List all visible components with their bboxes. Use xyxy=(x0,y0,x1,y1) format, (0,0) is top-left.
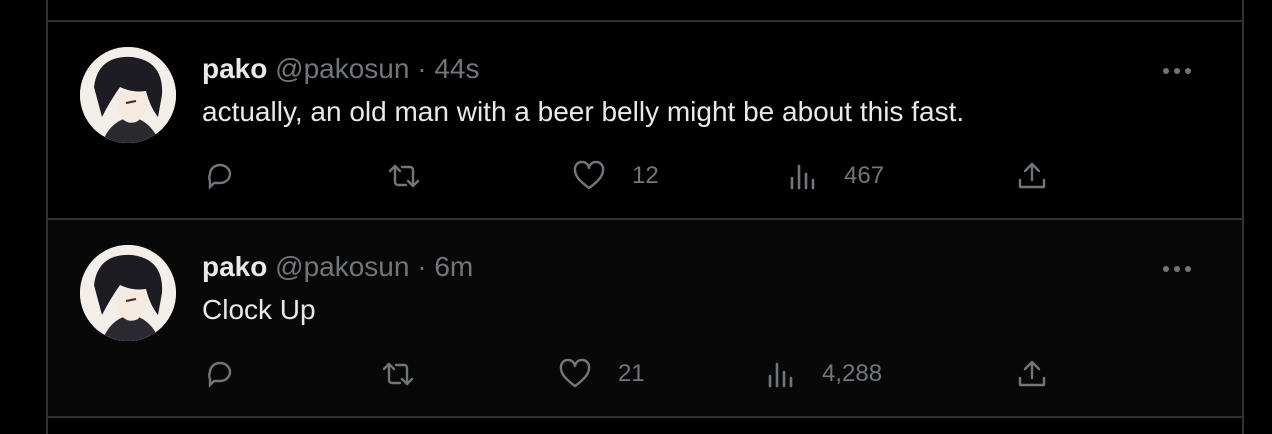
like-button[interactable]: 12 xyxy=(572,160,659,192)
separator: · xyxy=(417,53,427,84)
share-icon xyxy=(1016,160,1048,192)
like-button[interactable]: 21 xyxy=(558,358,645,390)
reply-button[interactable] xyxy=(204,160,236,192)
retweet-button[interactable] xyxy=(386,160,422,192)
divider xyxy=(48,416,1242,418)
heart-icon xyxy=(572,160,606,192)
heart-icon xyxy=(558,358,592,390)
share-button[interactable] xyxy=(1016,160,1048,192)
display-name[interactable]: pako xyxy=(202,251,267,282)
reply-icon xyxy=(204,160,236,192)
views-icon xyxy=(788,160,818,192)
more-icon[interactable] xyxy=(1162,63,1192,74)
avatar[interactable] xyxy=(80,245,176,341)
more-icon[interactable] xyxy=(1162,261,1192,272)
view-count: 467 xyxy=(844,162,885,189)
reply-icon xyxy=(204,358,236,390)
display-name[interactable]: pako xyxy=(202,53,267,84)
retweet-icon xyxy=(380,358,416,390)
like-count: 21 xyxy=(618,360,645,387)
separator: · xyxy=(417,251,427,282)
views-icon xyxy=(766,358,796,390)
handle[interactable]: @pakosun xyxy=(275,53,409,84)
timeline: pako @pakosun · 44s actually, an old man… xyxy=(46,0,1244,434)
tweet[interactable]: pako @pakosun · 44s actually, an old man… xyxy=(48,22,1242,220)
tweet-text: Clock Up xyxy=(202,294,316,325)
reply-button[interactable] xyxy=(204,358,236,390)
views-button[interactable]: 4,288 xyxy=(766,358,882,390)
timestamp[interactable]: 6m xyxy=(434,251,473,282)
avatar[interactable] xyxy=(80,47,176,143)
share-button[interactable] xyxy=(1016,358,1048,390)
like-count: 12 xyxy=(632,162,659,189)
share-icon xyxy=(1016,358,1048,390)
handle[interactable]: @pakosun xyxy=(275,251,409,282)
tweet-text: actually, an old man with a beer belly m… xyxy=(202,96,965,127)
view-count: 4,288 xyxy=(822,360,883,387)
timestamp[interactable]: 44s xyxy=(434,53,479,84)
tweet[interactable]: pako @pakosun · 6m Clock Up 21 4,288 xyxy=(48,220,1242,418)
views-button[interactable]: 467 xyxy=(788,160,884,192)
retweet-icon xyxy=(386,160,422,192)
retweet-button[interactable] xyxy=(380,358,416,390)
